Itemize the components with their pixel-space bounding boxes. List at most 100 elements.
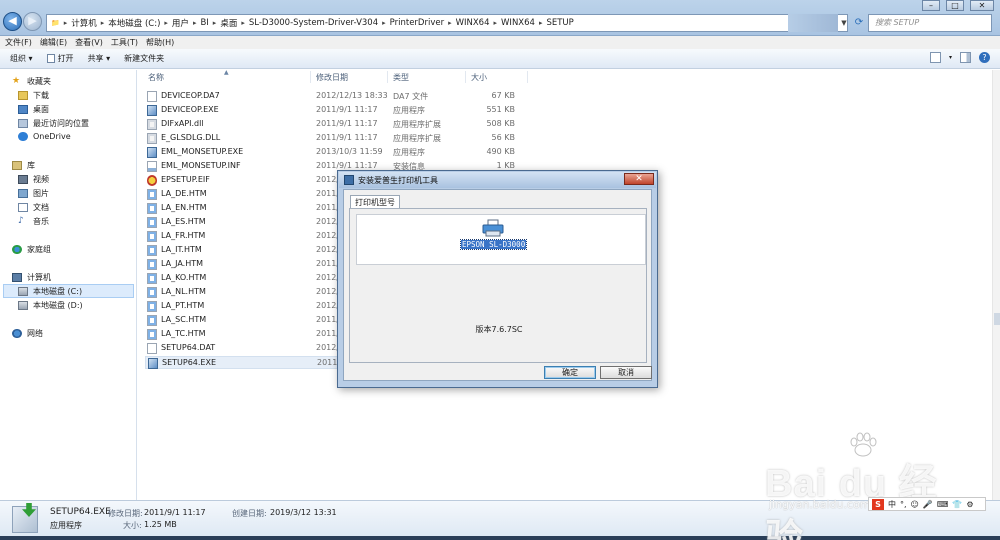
new-folder-button[interactable]: 新建文件夹 — [124, 53, 164, 64]
nav-homegroup[interactable]: 家庭组 — [12, 244, 51, 255]
exe-icon — [148, 358, 158, 369]
nav-videos[interactable]: 视频 — [18, 174, 49, 185]
back-button[interactable]: ◀ — [3, 12, 22, 31]
column-divider[interactable] — [310, 71, 311, 83]
maximize-button[interactable]: □ — [946, 0, 964, 11]
forward-button[interactable]: ▶ — [23, 12, 42, 31]
nav-desktop[interactable]: 桌面 — [18, 104, 49, 115]
ok-button[interactable]: 确定 — [544, 366, 596, 379]
file-row[interactable]: DEVICEOP.EXE 2011/9/1 11:17 应用程序 551 KB — [145, 104, 525, 117]
address-dropdown-icon[interactable]: ▼ — [838, 14, 850, 32]
column-divider[interactable] — [387, 71, 388, 83]
file-name: EML_MONSETUP.INF — [161, 161, 241, 170]
nav-pictures[interactable]: 图片 — [18, 188, 49, 199]
nav-library[interactable]: 库 — [12, 160, 35, 171]
breadcrumb-segment[interactable]: WINX64 — [501, 18, 535, 28]
breadcrumb-segment[interactable]: SL-D3000-System-Driver-V304 — [249, 18, 378, 28]
details-pane: SETUP64.EXE 应用程序 修改日期: 2011/9/1 11:17 创建… — [0, 500, 1000, 540]
breadcrumb-segment[interactable]: WINX64 — [456, 18, 490, 28]
breadcrumb-segment[interactable]: 本地磁盘 (C:) — [108, 17, 160, 29]
breadcrumb-separator-icon[interactable]: ▸ — [494, 19, 498, 27]
nav-drive-d[interactable]: 本地磁盘 (D:) — [18, 300, 83, 311]
column-divider[interactable] — [527, 71, 528, 83]
breadcrumb-segment[interactable]: 桌面 — [220, 17, 237, 29]
nav-music[interactable]: ♪ 音乐 — [18, 216, 49, 227]
file-date: 2011/ — [316, 329, 340, 338]
search-input[interactable]: 搜索 SETUP — [868, 14, 992, 32]
nav-downloads[interactable]: 下载 — [18, 90, 49, 101]
file-name: E_GLSDLG.DLL — [161, 133, 221, 142]
star-icon: ★ — [12, 76, 21, 86]
cancel-button[interactable]: 取消 — [600, 366, 652, 379]
column-name[interactable]: 名称 — [148, 72, 164, 83]
ime-language[interactable]: 中 — [888, 499, 896, 510]
breadcrumb-separator-icon[interactable]: ▸ — [193, 19, 197, 27]
blank-file-icon — [147, 91, 157, 102]
address-bar[interactable]: 📁 ▸ 计算机 ▸ 本地磁盘 (C:) ▸ 用户 ▸ BI ▸ 桌面 ▸ SL-D3000-Syste… — [46, 14, 848, 32]
column-type[interactable]: 类型 — [393, 72, 409, 83]
column-divider[interactable] — [465, 71, 466, 83]
dialog-titlebar[interactable]: 安装爱普生打印机工具 ✕ — [339, 172, 656, 188]
vertical-scrollbar[interactable] — [992, 70, 1000, 500]
nav-computer[interactable]: 计算机 — [12, 272, 51, 283]
file-date: 2012/ — [316, 287, 340, 296]
help-icon[interactable]: ? — [979, 52, 990, 63]
file-row[interactable]: EML_MONSETUP.EXE 2013/10/3 11:59 应用程序 490 K… — [145, 146, 525, 159]
nav-onedrive[interactable]: OneDrive — [18, 132, 71, 141]
printer-list[interactable]: EPSON SL-D3000 — [356, 214, 646, 265]
drive-icon — [18, 287, 28, 296]
breadcrumb-separator-icon[interactable]: ▸ — [64, 19, 68, 27]
punctuation-icon[interactable]: °, — [900, 500, 907, 509]
file-name: EPSETUP.EIF — [161, 175, 210, 184]
details-filename: SETUP64.EXE — [50, 507, 111, 517]
open-button[interactable]: 打开 — [46, 53, 74, 64]
menu-item[interactable]: 编辑(E) — [40, 37, 67, 48]
menu-item[interactable]: 工具(T) — [111, 37, 138, 48]
nav-drive-c[interactable]: 本地磁盘 (C:) — [18, 286, 82, 297]
preview-pane-icon[interactable] — [960, 52, 971, 63]
nav-recent[interactable]: 最近访问的位置 — [18, 118, 89, 129]
skin-icon[interactable]: 👕 — [952, 500, 962, 509]
refresh-icon[interactable]: ⟳ — [852, 14, 866, 32]
menu-item[interactable]: 查看(V) — [75, 37, 103, 48]
breadcrumb-separator-icon[interactable]: ▸ — [539, 19, 543, 27]
emoji-icon[interactable]: ☺ — [911, 500, 919, 509]
scrollbar-thumb[interactable] — [994, 313, 1000, 325]
breadcrumb-separator-icon[interactable]: ▸ — [241, 19, 245, 27]
column-size[interactable]: 大小 — [471, 72, 487, 83]
mic-icon[interactable]: 🎤 — [923, 500, 933, 509]
breadcrumb-separator-icon[interactable]: ▸ — [164, 19, 168, 27]
explorer-titlebar: – □ ✕ ◀ ▶ 📁 ▸ 计算机 ▸ 本地磁盘 (C:) ▸ 用户 ▸ BI ▸ 桌面 ▸ SL-D… — [0, 0, 1000, 36]
toolbox-icon[interactable]: ⚙ — [966, 500, 973, 509]
eif-icon — [147, 175, 157, 186]
minimize-button[interactable]: – — [922, 0, 940, 11]
breadcrumb-segment[interactable]: PrinterDriver — [390, 18, 444, 28]
keyboard-icon[interactable]: ⌨ — [937, 500, 949, 509]
breadcrumb-separator-icon[interactable]: ▸ — [448, 19, 452, 27]
view-dropdown-icon[interactable]: ▾ — [949, 54, 952, 61]
menu-item[interactable]: 文件(F) — [5, 37, 32, 48]
printer-item-label[interactable]: EPSON SL-D3000 — [459, 239, 528, 250]
column-date[interactable]: 修改日期 — [316, 72, 348, 83]
breadcrumb-separator-icon[interactable]: ▸ — [213, 19, 217, 27]
breadcrumb-segment[interactable]: 用户 — [172, 17, 189, 29]
menu-item[interactable]: 帮助(H) — [146, 37, 174, 48]
view-options-icon[interactable] — [929, 52, 941, 63]
ime-toolbar[interactable]: S 中 °, ☺ 🎤 ⌨ 👕 ⚙ — [868, 497, 986, 511]
breadcrumb-segment[interactable]: SETUP — [546, 18, 573, 28]
share-button[interactable]: 共享 ▾ — [88, 53, 111, 64]
file-row[interactable]: DIFxAPI.dll 2011/9/1 11:17 应用程序扩展 508 KB — [145, 118, 525, 131]
breadcrumb-segment[interactable]: 计算机 — [71, 17, 97, 29]
nav-network[interactable]: 网络 — [12, 328, 43, 339]
nav-documents[interactable]: 文档 — [18, 202, 49, 213]
nav-favorites[interactable]: ★ 收藏夹 — [12, 76, 51, 87]
dialog-close-button[interactable]: ✕ — [624, 173, 654, 185]
organize-button[interactable]: 组织 ▾ — [10, 53, 33, 64]
close-window-button[interactable]: ✕ — [970, 0, 994, 11]
tab-printer-model[interactable]: 打印机型号 — [350, 195, 400, 209]
breadcrumb-separator-icon[interactable]: ▸ — [382, 19, 386, 27]
breadcrumb-separator-icon[interactable]: ▸ — [101, 19, 105, 27]
file-row[interactable]: DEVICEOP.DA7 2012/12/13 18:33 DA7 文件 67 KB — [145, 90, 525, 103]
breadcrumb-segment[interactable]: BI — [200, 18, 208, 28]
file-row[interactable]: E_GLSDLG.DLL 2011/9/1 11:17 应用程序扩展 56 KB — [145, 132, 525, 145]
